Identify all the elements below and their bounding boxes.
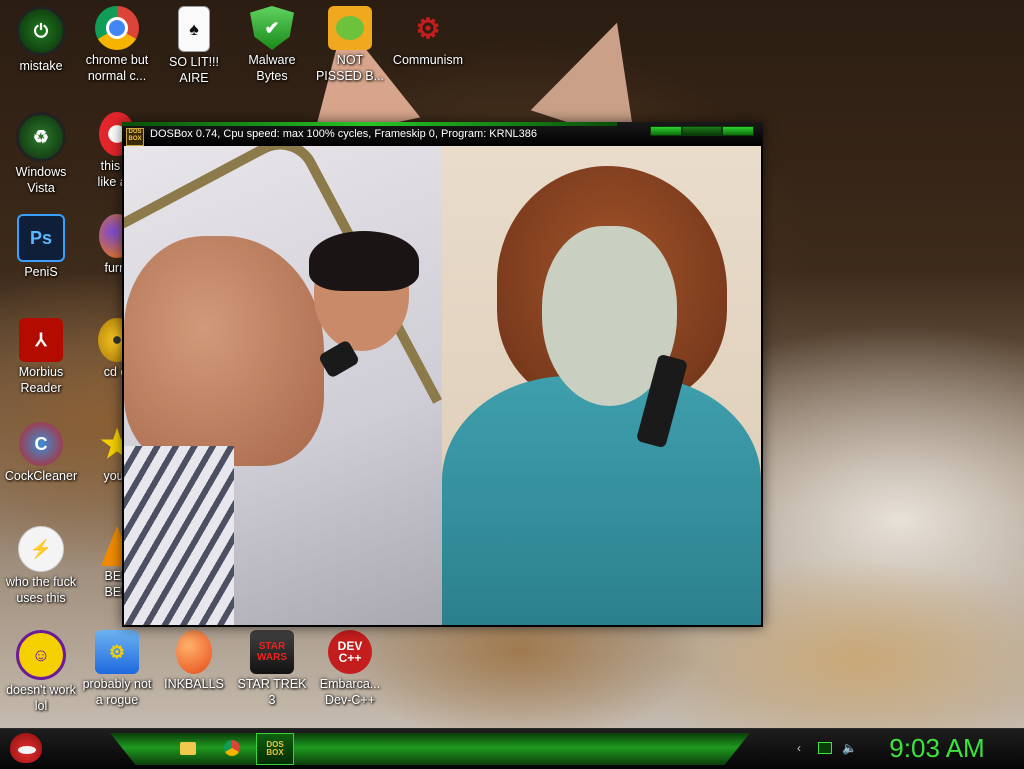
chrome-icon [95, 6, 139, 50]
dosbox-window[interactable]: DOS BOX DOSBox 0.74, Cpu speed: max 100%… [122, 122, 763, 627]
green-pig-icon [328, 6, 372, 50]
desktop-icon-mistake[interactable]: ⏻ mistake [0, 6, 82, 74]
pdf-reader-icon: ⅄ [19, 318, 63, 362]
taskbar-chrome[interactable] [218, 734, 246, 762]
angry-bird-icon [10, 733, 42, 763]
desktop-icon-photoshop[interactable]: Ps PeniS [0, 214, 82, 280]
dosbox-titlebar[interactable]: DOS BOX DOSBox 0.74, Cpu speed: max 100%… [122, 122, 763, 146]
dosbox-window-title: DOSBox 0.74, Cpu speed: max 100% cycles,… [150, 128, 538, 140]
yahoo-messenger-icon: ☺ [16, 630, 66, 680]
shield-check-icon: ✔ [250, 6, 294, 50]
desktop-icon-not-pissed[interactable]: NOT PISSED B... [309, 6, 391, 84]
dev-cpp-icon: DEV C++ [328, 630, 372, 674]
photo-man-on-phone [124, 146, 442, 625]
desktop-icon-malwarebytes[interactable]: ✔ Malware Bytes [231, 6, 313, 84]
photoshop-icon: Ps [17, 214, 65, 262]
woman-robe [442, 376, 761, 625]
monitor-icon[interactable] [818, 741, 832, 755]
striped-sheet [124, 446, 234, 625]
desktop-icon-windows-vista[interactable]: ♻ Windows Vista [0, 112, 82, 196]
speaker-icon[interactable]: 🔈 [842, 741, 857, 755]
desktop-icon-communism[interactable]: ⚙ Communism [387, 6, 469, 68]
lightning-icon: ⚡ [18, 526, 64, 572]
desktop-icon-inkballs[interactable]: INKBALLS [153, 630, 235, 692]
chevron-left-icon[interactable]: ‹ [792, 741, 806, 755]
inkball-icon [176, 630, 212, 674]
green-power-icon: ⏻ [16, 6, 66, 56]
desktop-icon-chrome[interactable]: chrome but normal c... [76, 6, 158, 84]
desktop-icon-who-uses-this[interactable]: ⚡ who the fuck uses this [0, 526, 82, 606]
close-button[interactable] [722, 126, 754, 136]
desktop-icon-morbius-reader[interactable]: ⅄ Morbius Reader [0, 318, 82, 396]
titlebar-glow [122, 122, 617, 126]
desktop-icon-rogue[interactable]: ⚙ probably not a rogue [76, 630, 158, 708]
desktop-icon-ccleaner[interactable]: C CockCleaner [0, 422, 82, 484]
maximize-button[interactable] [682, 126, 722, 136]
desktop-icon-solitaire[interactable]: ♠ SO LIT!!! AIRE [153, 6, 235, 86]
start-button[interactable] [6, 730, 46, 766]
solitaire-cards-icon: ♠ [178, 6, 210, 52]
red-emblem-icon: ⚙ [415, 12, 441, 44]
taskbar-dosbox[interactable]: DOS BOX [256, 733, 294, 765]
star-trek-icon: STAR WARS [250, 630, 294, 674]
taskbar [0, 728, 1024, 769]
chrome-icon [224, 740, 240, 756]
minimize-button[interactable] [650, 126, 682, 136]
taskbar-clock[interactable]: 9:03 AM [872, 733, 1002, 763]
recycle-bin-icon: ♻ [16, 112, 66, 162]
photo-woman-on-phone [442, 146, 761, 625]
dosbox-app-icon[interactable]: DOS BOX [126, 128, 144, 146]
folder-icon [180, 741, 196, 755]
man-hair [309, 231, 419, 291]
gear-monitor-icon: ⚙ [95, 630, 139, 674]
dosbox-content[interactable] [124, 146, 761, 625]
desktop-icon-star-trek[interactable]: STAR WARS STAR TREK 3 [231, 630, 313, 708]
taskbar-glow [110, 733, 750, 765]
desktop-icon-dev-cpp[interactable]: DEV C++ Embarca... Dev-C++ [309, 630, 391, 708]
man-torso [124, 236, 324, 466]
desktop-icon-yahoo-messenger[interactable]: ☺ doesn't work lol [0, 630, 82, 714]
taskbar-explorer[interactable] [174, 734, 202, 762]
ccleaner-icon: C [19, 422, 63, 466]
